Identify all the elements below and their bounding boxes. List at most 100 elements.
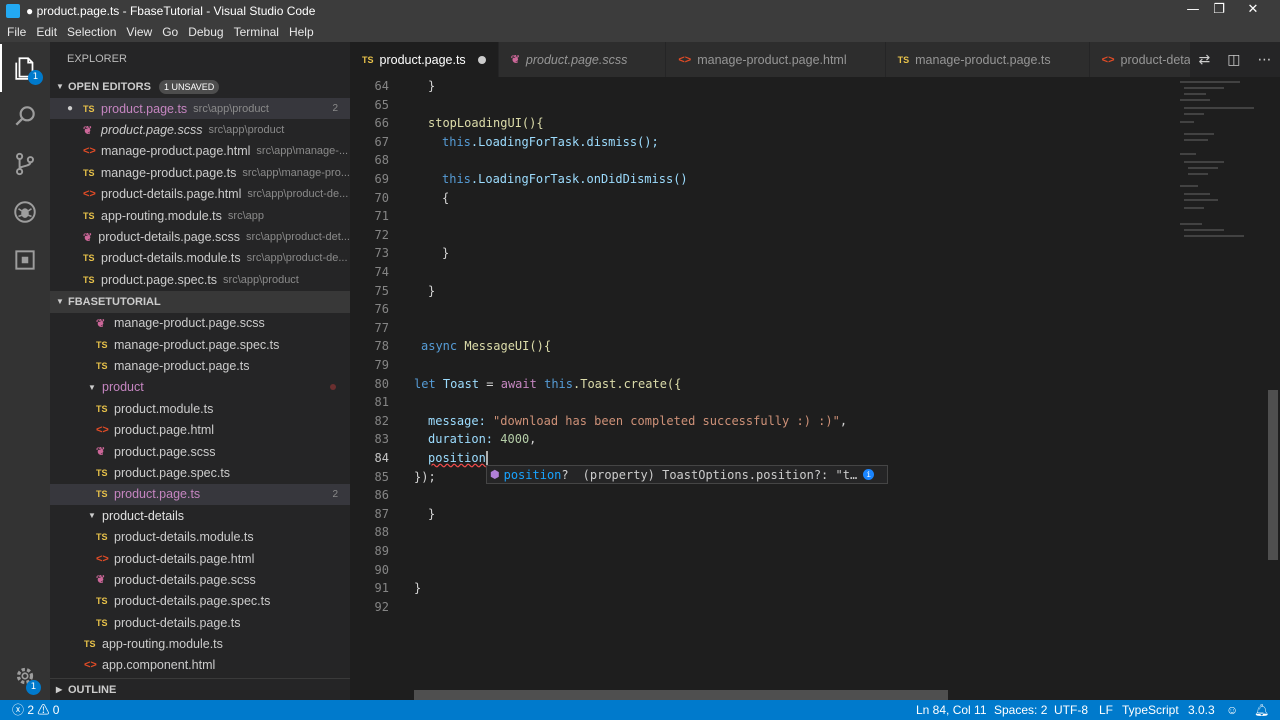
tree-item[interactable]: TS product.module.ts: [50, 398, 350, 419]
debug-activity[interactable]: [0, 188, 50, 236]
tree-item[interactable]: <> app.component.html: [50, 655, 350, 676]
outline-header[interactable]: ▶ OUTLINE: [50, 678, 350, 700]
tree-item[interactable]: ❦ product-details.page.scss: [50, 569, 350, 590]
search-activity[interactable]: [0, 92, 50, 140]
scss-file-icon: ❦: [96, 446, 106, 459]
code-line: 75}: [350, 282, 1170, 301]
horizontal-scrollbar[interactable]: [414, 690, 948, 700]
code-line: 72: [350, 226, 1170, 245]
explorer-activity[interactable]: 1: [0, 44, 50, 92]
tab-manage-product-html[interactable]: <> manage-product.page.html: [666, 42, 886, 77]
file-path: src\app\product-de...: [247, 188, 349, 201]
tree-item[interactable]: ❦ manage-product.page.scss: [50, 313, 350, 334]
extensions-activity[interactable]: [0, 236, 50, 284]
tab-product-page-ts[interactable]: TS product.page.ts: [350, 42, 499, 77]
indentation[interactable]: Spaces: 2: [994, 700, 1047, 720]
vertical-scrollbar[interactable]: [1268, 390, 1278, 560]
open-editor-item[interactable]: <> product-details.page.html src\app\pro…: [50, 184, 350, 205]
code-line: 65: [350, 96, 1170, 115]
tree-item[interactable]: ❦ product.page.scss: [50, 441, 350, 462]
tree-item[interactable]: TS product-details.module.ts: [50, 526, 350, 547]
code-line: 69 this.LoadingForTask.onDidDismiss(): [350, 170, 1170, 189]
open-editor-item[interactable]: <> manage-product.page.html src\app\mana…: [50, 141, 350, 162]
open-editor-item[interactable]: ● TS product.page.ts src\app\product 2: [50, 98, 350, 120]
code-editor[interactable]: 64} 65 66 stopLoadingUI(){ 67 this.Loading…: [350, 77, 1280, 700]
typescript-file-icon: TS: [897, 54, 910, 65]
code-line: 82 message: "download has been completed …: [350, 412, 1170, 431]
notifications-icon[interactable]: 🔔︎: [1254, 700, 1269, 720]
tree-item-active[interactable]: TS product.page.ts 2: [50, 483, 350, 506]
code-line: 87}: [350, 505, 1170, 524]
maximize-button[interactable]: ❐: [1206, 0, 1232, 22]
problems-indicator[interactable]: ⓧ 2 ⚠ 0: [12, 700, 59, 720]
file-name: product-details.page.html: [101, 187, 242, 202]
typescript-file-icon: TS: [96, 360, 108, 371]
open-editor-item[interactable]: TS product-details.module.ts src\app\pro…: [50, 248, 350, 269]
scss-file-icon: ❦: [96, 574, 106, 587]
suggest-widget[interactable]: ⬢ position ? (property) ToastOptions.pos…: [486, 465, 888, 484]
scss-file-icon: ❦: [96, 317, 106, 330]
open-editor-item[interactable]: ❦ product-details.page.scss src\app\prod…: [50, 226, 350, 247]
code-line: 86: [350, 486, 1170, 505]
explorer-sidebar: EXPLORER ▼ OPEN EDITORS 1 UNSAVED ● TS p…: [50, 42, 350, 700]
line-number: 67: [374, 134, 389, 149]
tree-item[interactable]: TS product-details.page.ts: [50, 612, 350, 633]
ts-version[interactable]: 3.0.3: [1188, 700, 1215, 720]
open-editor-item[interactable]: TS app-routing.module.ts src\app: [50, 205, 350, 226]
line-number: 68: [374, 153, 389, 168]
tree-item[interactable]: <> product-details.page.html: [50, 548, 350, 569]
tree-folder[interactable]: ▼ product-details: [50, 505, 350, 526]
unsaved-dot-icon[interactable]: [477, 55, 486, 64]
typescript-file-icon: TS: [84, 639, 96, 650]
menu-go[interactable]: Go: [157, 25, 183, 39]
chevron-down-icon: ▼: [56, 82, 64, 91]
code-text: });: [414, 469, 436, 484]
file-name: app-routing.module.ts: [102, 637, 223, 652]
tree-item[interactable]: TS app-routing.module.ts: [50, 633, 350, 654]
open-changes-icon[interactable]: ⇄: [1199, 52, 1211, 68]
typescript-file-icon: TS: [83, 103, 95, 114]
typescript-file-icon: TS: [83, 167, 95, 178]
tree-item[interactable]: <> product.page.html: [50, 419, 350, 440]
line-number: 84: [374, 451, 389, 465]
tab-product-page-scss[interactable]: ❦ product.page.scss: [498, 42, 667, 77]
menu-file[interactable]: File: [2, 25, 31, 39]
split-editor-icon[interactable]: ◫: [1227, 52, 1240, 68]
menu-terminal[interactable]: Terminal: [229, 25, 284, 39]
menu-help[interactable]: Help: [284, 25, 319, 39]
menu-edit[interactable]: Edit: [31, 25, 62, 39]
menu-debug[interactable]: Debug: [183, 25, 228, 39]
source-control-activity[interactable]: [0, 140, 50, 188]
file-name: product-details.page.scss: [98, 230, 241, 245]
tree-item[interactable]: TS manage-product.page.ts: [50, 355, 350, 376]
feedback-icon[interactable]: ☺: [1226, 700, 1238, 720]
minimap[interactable]: [1170, 77, 1268, 257]
encoding[interactable]: UTF-8: [1054, 700, 1088, 720]
minimize-button[interactable]: —: [1180, 0, 1206, 22]
warning-count: 0: [52, 703, 60, 717]
line-ending[interactable]: LF: [1099, 700, 1113, 720]
scss-file-icon: ❦: [83, 231, 93, 244]
menu-selection[interactable]: Selection: [62, 25, 121, 39]
info-icon[interactable]: i: [863, 469, 875, 480]
file-name: manage-product.page.html: [101, 144, 251, 159]
open-editors-header[interactable]: ▼ OPEN EDITORS 1 UNSAVED: [50, 76, 350, 98]
open-editor-item[interactable]: TS product.page.spec.ts src\app\product: [50, 269, 350, 290]
tree-item[interactable]: TS product.page.spec.ts: [50, 462, 350, 483]
more-actions-icon[interactable]: ⋯: [1257, 52, 1271, 68]
tree-item[interactable]: TS manage-product.page.spec.ts: [50, 334, 350, 355]
close-window-button[interactable]: ✕: [1240, 0, 1266, 22]
cursor-position[interactable]: Ln 84, Col 11: [916, 700, 987, 720]
tree-folder[interactable]: ▼ product: [50, 377, 350, 398]
suggestion-detail: (property) ToastOptions.position?: "t…: [582, 467, 858, 482]
manage-activity[interactable]: 1: [0, 652, 50, 700]
tree-item[interactable]: TS product-details.page.spec.ts: [50, 591, 350, 612]
language-mode[interactable]: TypeScript: [1122, 700, 1179, 720]
error-count: 2: [27, 703, 35, 717]
menu-view[interactable]: View: [121, 25, 157, 39]
code-line: 79: [350, 356, 1170, 375]
open-editor-item[interactable]: ❦ product.page.scss src\app\product: [50, 119, 350, 140]
tab-manage-product-ts[interactable]: TS manage-product.page.ts: [885, 42, 1090, 77]
open-editor-item[interactable]: TS manage-product.page.ts src\app\manage…: [50, 162, 350, 183]
project-header[interactable]: ▼ FBASETUTORIAL: [50, 290, 350, 313]
